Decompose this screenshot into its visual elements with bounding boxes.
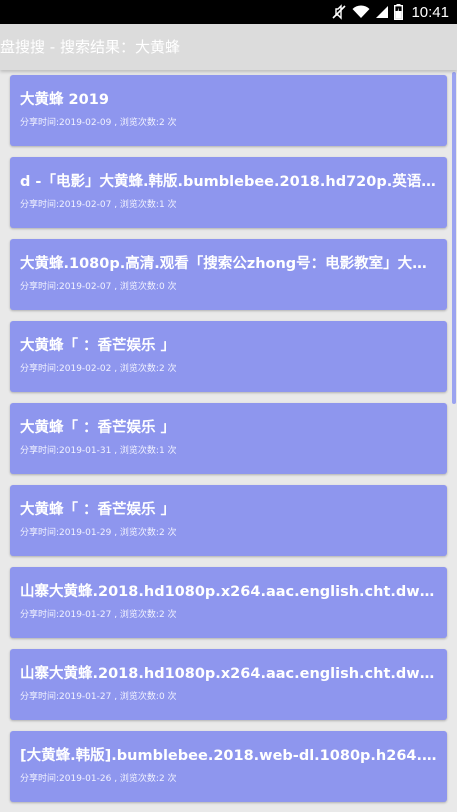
result-title: 山寨大黄蜂.2018.hd1080p.x264.aac.english.cht.… [20,584,437,600]
status-bar: 10:41 [0,0,457,24]
result-card[interactable]: 大黄蜂 2019 分享时间:2019-02-09 , 浏览次数:2 次 [10,75,447,146]
result-meta: 分享时间:2019-01-29 , 浏览次数:2 次 [20,528,177,538]
result-card[interactable]: d -「电影」大黄蜂.韩版.bumblebee.2018.hd720p.英语中字… [10,157,447,228]
result-card[interactable]: 大黄蜂「 ：香芒娱乐 」 分享时间:2019-01-29 , 浏览次数:2 次 [10,485,447,556]
search-results-list[interactable]: 大黄蜂 2019 分享时间:2019-02-09 , 浏览次数:2 次 d -「… [0,70,457,812]
app-bar: 盘搜搜 - 搜索结果：大黄蜂 [0,24,457,70]
battery-icon [394,4,404,20]
result-card[interactable]: [大黄蜂.韩版].bumblebee.2018.web-dl.1080p.h26… [10,731,447,802]
result-meta: 分享时间:2019-02-09 , 浏览次数:2 次 [20,118,177,128]
result-meta: 分享时间:2019-01-27 , 浏览次数:0 次 [20,692,177,702]
result-meta: 分享时间:2019-01-27 , 浏览次数:2 次 [20,610,177,620]
result-meta: 分享时间:2019-01-26 , 浏览次数:2 次 [20,774,177,784]
result-card[interactable]: 山寨大黄蜂.2018.hd1080p.x264.aac.english.cht.… [10,649,447,720]
result-title: 大黄蜂「 ：香芒娱乐 」 [20,420,176,436]
status-time: 10:41 [411,3,449,21]
result-meta: 分享时间:2019-02-02 , 浏览次数:2 次 [20,364,177,374]
result-title: d -「电影」大黄蜂.韩版.bumblebee.2018.hd720p.英语中字… [20,174,437,190]
result-card[interactable]: 山寨大黄蜂.2018.hd1080p.x264.aac.english.cht.… [10,567,447,638]
result-title: 大黄蜂「 ：香芒娱乐 」 [20,338,176,354]
result-meta: 分享时间:2019-02-07 , 浏览次数:0 次 [20,282,177,292]
result-title: 山寨大黄蜂.2018.hd1080p.x264.aac.english.cht.… [20,666,437,682]
result-title: [大黄蜂.韩版].bumblebee.2018.web-dl.1080p.h26… [20,748,437,764]
scrollbar[interactable] [452,72,456,404]
result-card[interactable]: 大黄蜂「 ：香芒娱乐 」 分享时间:2019-02-02 , 浏览次数:2 次 [10,321,447,392]
result-meta: 分享时间:2019-01-31 , 浏览次数:1 次 [20,446,177,456]
result-title: 大黄蜂.1080p.高清.观看「搜索公zhong号：电影教室」大黄蜂 [20,256,437,272]
page-title: 盘搜搜 - 搜索结果：大黄蜂 [0,38,180,56]
result-title: 大黄蜂 2019 [20,92,109,108]
result-title: 大黄蜂「 ：香芒娱乐 」 [20,502,176,518]
signal-icon [376,5,389,19]
mute-icon [332,4,347,20]
result-meta: 分享时间:2019-02-07 , 浏览次数:1 次 [20,200,177,210]
result-card[interactable]: 大黄蜂「 ：香芒娱乐 」 分享时间:2019-01-31 , 浏览次数:1 次 [10,403,447,474]
wifi-icon [352,5,370,19]
result-card[interactable]: 大黄蜂.1080p.高清.观看「搜索公zhong号：电影教室」大黄蜂 分享时间:… [10,239,447,310]
status-icons: 10:41 [332,0,449,24]
